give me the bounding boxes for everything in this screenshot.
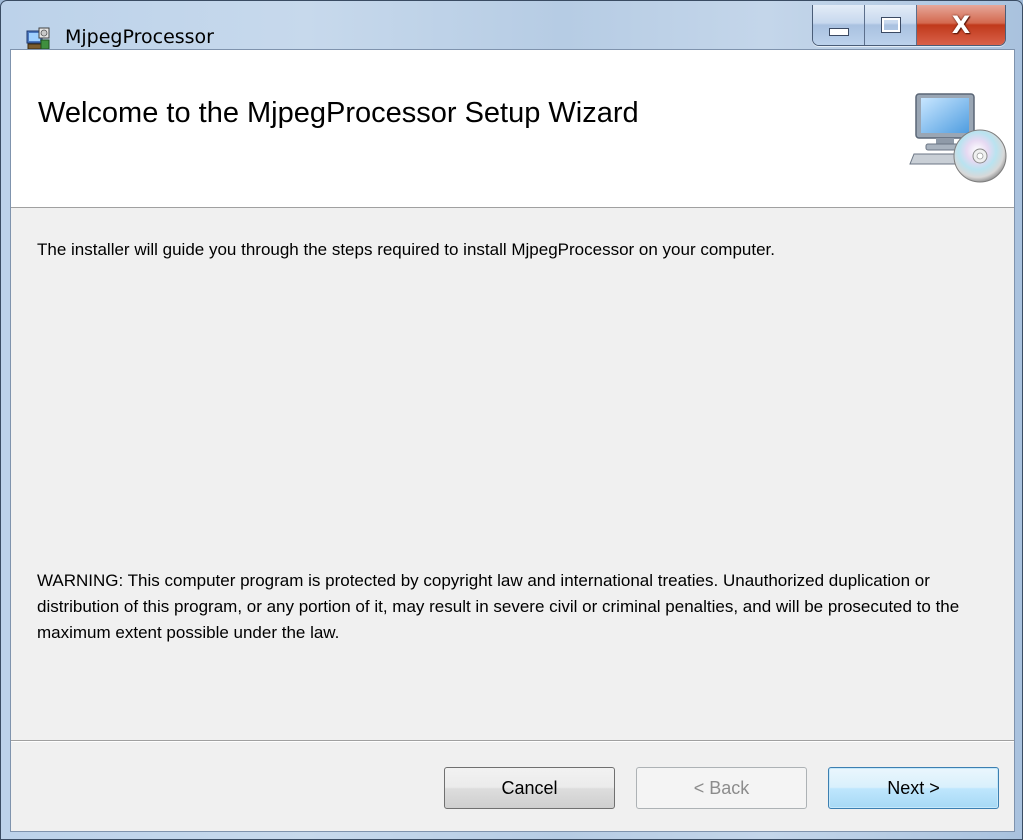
maximize-button[interactable] <box>865 5 917 45</box>
footer-divider <box>11 740 1014 742</box>
wizard-banner: Welcome to the MjpegProcessor Setup Wiza… <box>11 50 1014 208</box>
computer-cd-icon <box>909 93 1007 183</box>
window-title: MjpegProcessor <box>65 26 214 48</box>
intro-text: The installer will guide you through the… <box>37 240 775 259</box>
close-button[interactable]: X <box>917 5 1005 45</box>
copyright-warning-text: WARNING: This computer program is protec… <box>37 571 960 642</box>
installer-window: MjpegProcessor X Welcome to the MjpegPro… <box>0 0 1023 840</box>
minimize-button[interactable] <box>813 5 865 45</box>
close-icon: X <box>951 11 971 39</box>
next-button[interactable]: Next > <box>828 767 999 809</box>
maximize-icon <box>880 17 901 33</box>
wizard-client-area: Welcome to the MjpegProcessor Setup Wiza… <box>10 49 1015 832</box>
installer-app-icon <box>26 27 50 50</box>
minimize-icon <box>828 28 849 36</box>
back-button[interactable]: < Back <box>636 767 807 809</box>
caption-buttons: X <box>812 5 1006 46</box>
cancel-button[interactable]: Cancel <box>444 767 615 809</box>
wizard-title: Welcome to the MjpegProcessor Setup Wiza… <box>38 97 639 129</box>
